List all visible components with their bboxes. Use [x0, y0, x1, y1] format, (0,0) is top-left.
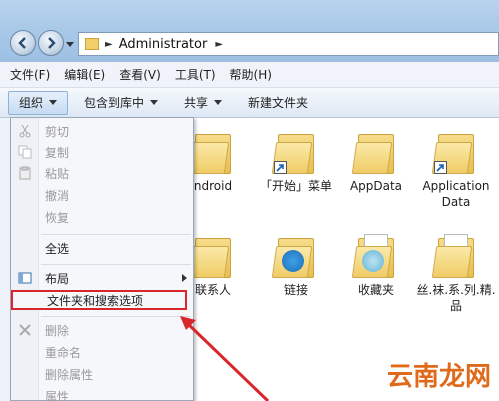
menu-item-undo[interactable]: 撤消	[11, 185, 195, 205]
menu-item-delete[interactable]: 删除	[11, 320, 195, 340]
folder-item[interactable]: AppData	[336, 128, 416, 194]
menu-item-label: 撤消	[45, 188, 70, 203]
folder-label: 丝.袜.系.列.精.品	[416, 283, 496, 313]
scissors-icon	[19, 124, 31, 138]
menu-item-label: 重命名	[45, 345, 82, 360]
menu-item-label: 属性	[45, 389, 70, 401]
favorites-folder-icon	[351, 232, 398, 278]
menu-item-rename[interactable]: 重命名	[11, 342, 195, 362]
navigation-pane[interactable]	[0, 118, 10, 401]
breadcrumb-separator-icon[interactable]: ►	[105, 39, 113, 50]
address-bar[interactable]: ► Administrator ►	[78, 32, 499, 56]
menu-item-properties[interactable]: 属性	[11, 386, 195, 401]
menu-item-copy[interactable]: 复制	[11, 142, 195, 162]
menu-edit[interactable]: 编辑(E)	[64, 66, 105, 83]
folder-label: 「开始」菜单	[259, 179, 332, 193]
folder-item[interactable]: 「开始」菜单	[256, 128, 336, 194]
menu-item-label: 布局	[45, 271, 70, 286]
folder-icon	[271, 128, 318, 174]
recent-pages-dropdown-icon[interactable]	[66, 40, 74, 48]
menu-item-label: 文件夹和搜索选项	[47, 293, 144, 308]
new-folder-label: 新建文件夹	[248, 96, 309, 110]
folder-icon	[188, 128, 235, 174]
organize-menu: 剪切 复制 粘贴 撤消 恢复 全选 布局 文件夹和搜索选项 删除 重命名 删除属…	[10, 117, 194, 401]
folder-icon	[351, 128, 398, 174]
arrow-left-icon	[18, 37, 26, 49]
shortcut-arrow-icon	[274, 161, 287, 174]
folder-label: AppData	[349, 179, 403, 193]
share-label: 共享	[184, 96, 209, 110]
command-bar: 组织 包含到库中 共享 新建文件夹	[0, 88, 499, 118]
menu-item-label: 粘贴	[45, 166, 70, 181]
folder-label: Application Data	[422, 179, 490, 209]
delete-icon	[19, 324, 31, 336]
menu-tools[interactable]: 工具(T)	[175, 66, 216, 83]
folder-item[interactable]: 丝.袜.系.列.精.品	[416, 232, 496, 314]
organize-label: 组织	[19, 96, 44, 110]
menu-separator	[41, 264, 191, 265]
menu-item-label: 恢复	[45, 210, 70, 225]
chevron-down-icon	[49, 100, 58, 105]
menu-separator	[41, 316, 191, 317]
layout-icon	[18, 272, 32, 284]
menu-item-remove-properties[interactable]: 删除属性	[11, 364, 195, 384]
folder-label: 收藏夹	[357, 283, 394, 297]
folder-item[interactable]: 收藏夹	[336, 232, 416, 298]
shortcut-arrow-icon	[434, 161, 447, 174]
back-button[interactable]	[10, 30, 36, 56]
folder-item[interactable]: 链接	[256, 232, 336, 298]
menu-item-folder-and-search-options[interactable]: 文件夹和搜索选项	[11, 290, 187, 310]
include-library-label: 包含到库中	[84, 96, 145, 110]
watermark: 云南龙网	[386, 362, 491, 392]
chevron-down-icon	[150, 100, 159, 105]
copy-icon	[18, 145, 32, 159]
forward-button[interactable]	[38, 30, 64, 56]
organize-button[interactable]: 组织	[8, 90, 69, 115]
include-in-library-button[interactable]: 包含到库中	[74, 91, 168, 115]
breadcrumb-separator-icon[interactable]: ►	[215, 39, 223, 50]
menu-item-paste[interactable]: 粘贴	[11, 163, 195, 183]
menu-view[interactable]: 查看(V)	[119, 66, 161, 83]
links-folder-icon	[271, 232, 318, 278]
menu-item-label: 删除	[45, 323, 70, 338]
menu-file[interactable]: 文件(F)	[10, 66, 50, 83]
menu-item-label: 删除属性	[45, 367, 94, 382]
share-button[interactable]: 共享	[174, 91, 232, 115]
paste-icon	[19, 166, 31, 180]
arrow-right-icon	[48, 37, 56, 49]
menu-item-redo[interactable]: 恢复	[11, 207, 195, 227]
menu-item-label: 复制	[45, 145, 70, 160]
folder-icon	[85, 38, 99, 50]
folder-label: 链接	[283, 283, 308, 297]
menu-item-cut[interactable]: 剪切	[11, 121, 195, 141]
chevron-right-icon	[182, 274, 187, 282]
menu-item-layout[interactable]: 布局	[11, 268, 195, 288]
folder-icon	[431, 128, 478, 174]
menu-separator	[41, 234, 191, 235]
menu-item-label: 全选	[45, 241, 70, 256]
folder-item[interactable]: Application Data	[416, 128, 496, 210]
menu-help[interactable]: 帮助(H)	[230, 66, 272, 83]
menu-item-label: 剪切	[45, 124, 70, 139]
menu-bar: 文件(F) 编辑(E) 查看(V) 工具(T) 帮助(H)	[0, 62, 499, 88]
new-folder-button[interactable]: 新建文件夹	[238, 91, 318, 115]
title-bar: ► Administrator ►	[0, 0, 499, 62]
folder-icon	[431, 232, 478, 278]
contacts-folder-icon	[188, 232, 235, 278]
menu-item-select-all[interactable]: 全选	[11, 238, 195, 258]
chevron-down-icon	[214, 100, 223, 105]
breadcrumb-administrator[interactable]: Administrator	[119, 37, 208, 52]
